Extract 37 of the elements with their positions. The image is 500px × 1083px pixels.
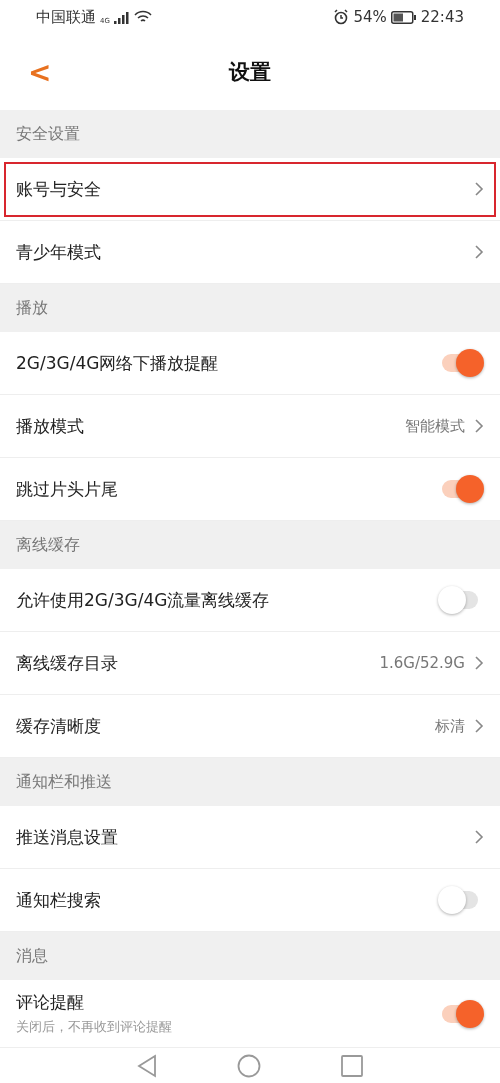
row-label: 允许使用2G/3G/4G流量离线缓存 [16,588,271,612]
carrier-name: 中国联通 [36,7,96,27]
signal-icon [113,10,130,24]
row-label: 评论提醒 [16,991,85,1014]
page-title: 设置 [229,59,271,86]
battery-percent: 54% [353,8,387,26]
clock-time: 22:43 [420,8,464,26]
section-header: 播放 [0,284,500,332]
row-subtitle: 关闭后，不再收到评论提醒 [16,1018,173,1036]
chevron-right-icon [475,182,484,196]
row-label: 推送消息设置 [16,825,119,849]
row-label: 跳过片头片尾 [16,477,119,501]
recents-nav-icon[interactable] [341,1054,363,1077]
row-label: 账号与安全 [16,177,102,201]
chevron-right-icon [475,830,484,844]
chevron-right-icon [475,245,484,259]
row-label: 离线缓存目录 [16,651,119,675]
chevron-right-icon [475,656,484,670]
row-value: 1.6G/52.9G [379,654,465,672]
section-header: 离线缓存 [0,521,500,569]
back-nav-icon[interactable] [137,1053,157,1078]
row-value: 智能模式 [405,416,465,436]
section-header: 消息 [0,932,500,980]
home-nav-icon[interactable] [237,1053,261,1078]
battery-icon [390,10,417,24]
chevron-right-icon [475,419,484,433]
row-value: 标清 [435,716,465,736]
row-label: 播放模式 [16,414,85,438]
alarm-icon [333,9,350,25]
wifi-icon [133,10,152,24]
row-label: 通知栏搜索 [16,888,102,912]
row-label: 缓存清晰度 [16,714,102,738]
row-label: 青少年模式 [16,240,102,264]
section-header: 安全设置 [0,110,500,158]
section-header: 通知栏和推送 [0,758,500,806]
chevron-right-icon [475,719,484,733]
row-label: 2G/3G/4G网络下播放提醒 [16,351,220,375]
